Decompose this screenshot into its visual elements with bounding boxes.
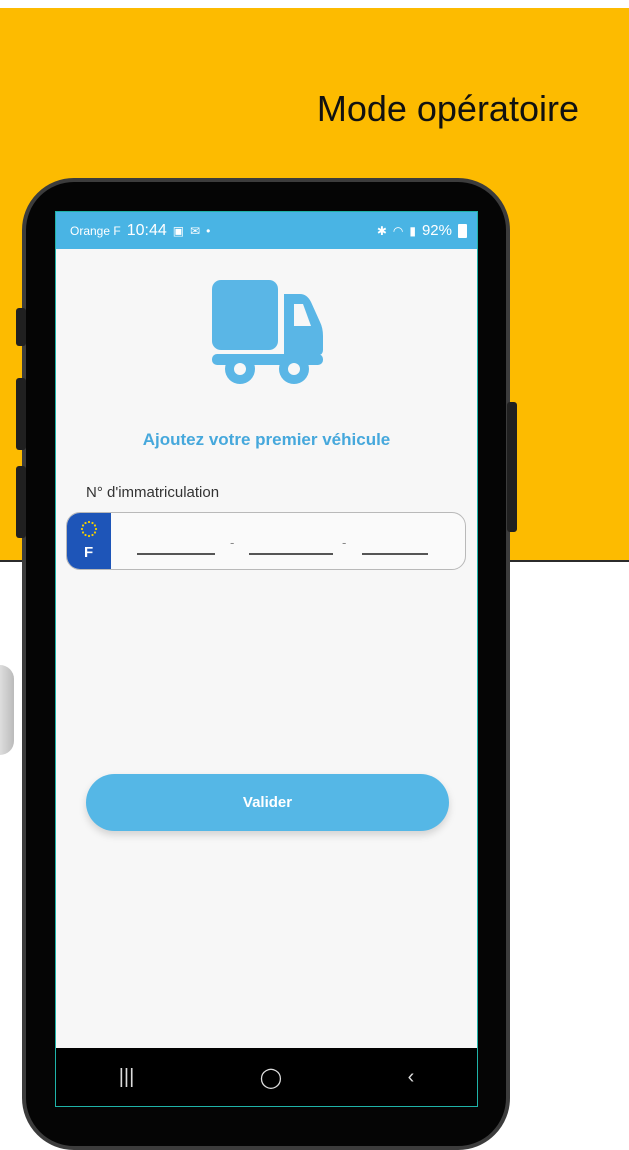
app-screen: Orange F 10:44 ▣ ✉ • ✱ ◠ ▮ 92% Ajoutez v… bbox=[55, 211, 478, 1107]
registration-label: N° d'immatriculation bbox=[86, 484, 220, 501]
back-button[interactable]: ‹ bbox=[408, 1066, 415, 1089]
phone-side-button bbox=[16, 308, 26, 346]
status-time: 10:44 bbox=[126, 221, 167, 239]
plate-separator: - bbox=[230, 535, 235, 550]
notification-dot-icon: • bbox=[206, 223, 211, 238]
eu-stars-icon bbox=[80, 520, 98, 538]
gallery-icon: ▣ bbox=[172, 223, 185, 238]
validate-button[interactable]: Valider bbox=[86, 774, 449, 831]
bluetooth-icon: ✱ bbox=[376, 223, 387, 238]
recents-button[interactable]: ||| bbox=[119, 1066, 135, 1089]
plate-segment-3-input[interactable] bbox=[362, 553, 428, 555]
mail-icon: ✉ bbox=[190, 223, 201, 238]
eu-flag-band: F bbox=[67, 513, 111, 569]
status-bar: Orange F 10:44 ▣ ✉ • ✱ ◠ ▮ 92% bbox=[56, 212, 477, 249]
plate-segment-2-input[interactable] bbox=[249, 553, 333, 555]
phone-side-button bbox=[16, 466, 26, 538]
android-nav-bar: ||| ◯ ‹ bbox=[56, 1048, 477, 1106]
plate-segment-1-input[interactable] bbox=[137, 553, 215, 555]
battery-icon bbox=[458, 223, 467, 238]
home-button[interactable]: ◯ bbox=[260, 1065, 282, 1090]
phone-side-button bbox=[507, 402, 517, 532]
screen-heading: Ajoutez votre premier véhicule bbox=[142, 430, 391, 449]
background-decoration bbox=[0, 665, 14, 755]
signal-icon: ▮ bbox=[409, 223, 416, 238]
country-code: F bbox=[84, 544, 94, 561]
plate-separator: - bbox=[342, 535, 347, 550]
carrier-name: Orange F bbox=[70, 223, 121, 238]
truck-icon bbox=[212, 280, 323, 384]
license-plate-input[interactable]: F - - bbox=[66, 512, 466, 570]
battery-level: 92% bbox=[421, 222, 452, 239]
phone-side-button bbox=[16, 378, 26, 450]
page-title: Mode opératoire bbox=[316, 88, 579, 129]
wifi-icon: ◠ bbox=[392, 223, 404, 238]
